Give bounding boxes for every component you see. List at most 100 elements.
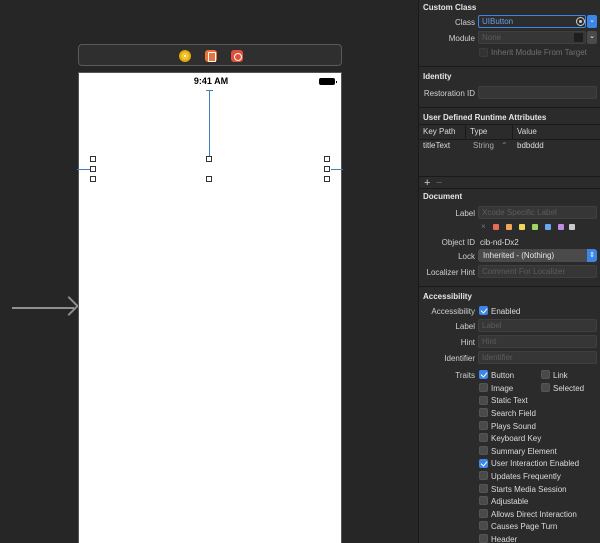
resize-handle-top-right[interactable] (324, 156, 330, 162)
trait-adjustable-label: Adjustable (491, 497, 529, 506)
trait-summary-element-checkbox[interactable] (479, 446, 488, 455)
trait-user-interaction-checkbox[interactable] (479, 459, 488, 468)
clear-color-icon[interactable]: × (481, 222, 486, 231)
resize-handle-left[interactable] (90, 166, 96, 172)
color-swatch-gray[interactable] (569, 224, 575, 230)
lock-label: Lock (458, 252, 475, 261)
row-key-path[interactable]: titleText (423, 141, 450, 151)
accessibility-label-label: Label (455, 322, 475, 331)
trait-updates-frequently-checkbox[interactable] (479, 471, 488, 480)
trait-user-interaction-label: User Interaction Enabled (491, 459, 580, 468)
traits-label: Traits (455, 371, 475, 380)
accessibility-enabled-label: Enabled (491, 307, 521, 316)
row-value[interactable]: bdbddd (517, 141, 544, 151)
popup-arrows-icon: ⇕ (587, 249, 597, 262)
module-dropdown-button[interactable]: ⌄ (587, 31, 597, 44)
trait-image-label: Image (491, 384, 514, 393)
first-responder-icon[interactable] (205, 50, 217, 62)
lock-popup[interactable]: Inherited - (Nothing) ⇕ (478, 249, 597, 262)
custom-class-title: Custom Class (423, 3, 477, 12)
column-header-key-path[interactable]: Key Path (419, 125, 466, 139)
object-id-label: Object ID (441, 238, 475, 247)
class-label: Class (454, 18, 475, 27)
accessibility-title: Accessibility (423, 292, 472, 301)
divider (419, 188, 600, 189)
trait-image-checkbox[interactable] (479, 383, 488, 392)
scene-dock (78, 44, 342, 66)
class-dropdown-button[interactable]: ⌄ (587, 15, 597, 28)
top-constraint-line[interactable] (209, 90, 210, 159)
accessibility-label-field[interactable]: Label (478, 319, 597, 332)
module-field[interactable]: None (478, 31, 586, 44)
trait-selected-checkbox[interactable] (541, 383, 550, 392)
trait-search-field-label: Search Field (491, 409, 536, 418)
accessibility-label: Accessibility (431, 307, 475, 316)
trait-plays-sound-label: Plays Sound (491, 422, 536, 431)
color-swatch-red[interactable] (493, 224, 499, 230)
color-swatch-purple[interactable] (558, 224, 564, 230)
resize-handle-top-left[interactable] (90, 156, 96, 162)
accessibility-identifier-field[interactable]: Identifier (478, 351, 597, 364)
identity-inspector: Custom Class Class UIButton ⌄ Module Non… (418, 0, 600, 543)
color-swatch-orange[interactable] (506, 224, 512, 230)
color-swatch-blue[interactable] (545, 224, 551, 230)
restoration-id-label: Restoration ID (423, 89, 475, 98)
remove-attribute-button[interactable]: − (436, 178, 442, 189)
trait-static-text-checkbox[interactable] (479, 396, 488, 405)
inherit-module-checkbox[interactable] (479, 48, 488, 57)
accessibility-hint-field[interactable]: Hint (478, 335, 597, 348)
resize-handle-bottom-right[interactable] (324, 176, 330, 182)
divider (419, 66, 600, 67)
object-id-value: cib-nd-Dx2 (480, 238, 519, 247)
trait-selected-label: Selected (553, 384, 585, 393)
trailing-constraint-line[interactable] (331, 169, 343, 170)
trait-keyboard-key-checkbox[interactable] (479, 433, 488, 442)
storyboard-canvas[interactable]: 9:41 AM (0, 0, 418, 543)
trait-direct-interaction-checkbox[interactable] (479, 509, 488, 518)
resize-handle-right[interactable] (324, 166, 330, 172)
view-controller-icon[interactable] (179, 50, 191, 62)
resize-handle-top[interactable] (206, 156, 212, 162)
trait-search-field-checkbox[interactable] (479, 408, 488, 417)
trait-static-text-label: Static Text (491, 396, 528, 405)
trait-plays-sound-checkbox[interactable] (479, 421, 488, 430)
table-bottom-border (419, 176, 600, 177)
add-attribute-button[interactable]: + (424, 178, 430, 189)
leading-constraint-line[interactable] (77, 169, 91, 170)
class-field[interactable]: UIButton (478, 15, 586, 28)
trait-header-checkbox[interactable] (479, 534, 488, 543)
restoration-id-field[interactable] (478, 86, 597, 99)
accessibility-hint-label: Hint (460, 338, 475, 347)
column-header-value[interactable]: Value (513, 125, 600, 139)
go-to-class-icon[interactable] (576, 17, 585, 26)
color-swatch-yellow[interactable] (519, 224, 525, 230)
divider (419, 107, 600, 108)
row-type-stepper-icon[interactable]: ⌃ (501, 141, 508, 151)
divider (419, 286, 600, 287)
device-screen[interactable]: 9:41 AM (77, 72, 343, 543)
trait-starts-media-label: Starts Media Session (491, 485, 567, 494)
exit-icon[interactable] (231, 50, 243, 62)
trait-adjustable-checkbox[interactable] (479, 496, 488, 505)
trait-summary-element-label: Summary Element (491, 447, 557, 456)
resize-handle-bottom-left[interactable] (90, 176, 96, 182)
row-type[interactable]: String (473, 141, 494, 151)
identity-title: Identity (423, 72, 452, 81)
accessibility-identifier-label: Identifier (444, 354, 475, 363)
trait-button-checkbox[interactable] (479, 370, 488, 379)
trait-link-label: Link (553, 371, 568, 380)
trait-link-checkbox[interactable] (541, 370, 550, 379)
accessibility-enabled-checkbox[interactable] (479, 306, 488, 315)
trait-causes-page-turn-checkbox[interactable] (479, 521, 488, 530)
column-header-type[interactable]: Type (466, 125, 513, 139)
localizer-hint-field[interactable]: Comment For Localizer (478, 265, 597, 278)
lock-popup-value: Inherited - (Nothing) (483, 251, 555, 260)
battery-icon (319, 78, 337, 85)
trait-starts-media-checkbox[interactable] (479, 484, 488, 493)
arrow-head-icon (59, 296, 79, 316)
color-swatch-green[interactable] (532, 224, 538, 230)
resize-handle-bottom[interactable] (206, 176, 212, 182)
trait-causes-page-turn-label: Causes Page Turn (491, 522, 558, 531)
top-constraint-cap (206, 90, 213, 91)
document-label-field[interactable]: Xcode Specific Label (478, 206, 597, 219)
